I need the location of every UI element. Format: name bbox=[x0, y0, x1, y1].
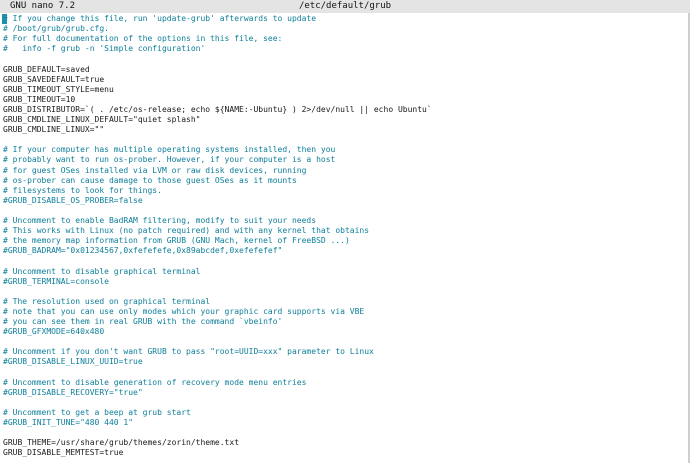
comment-line[interactable]: # Uncomment to disable generation of rec… bbox=[3, 378, 306, 388]
config-line[interactable]: GRUB_DEFAULT=saved bbox=[3, 65, 90, 75]
comment-line[interactable]: # If your computer has multiple operatin… bbox=[3, 145, 335, 155]
nano-editor-window: GNU nano 7.2 /etc/default/grub # If you … bbox=[0, 0, 690, 463]
comment-line[interactable]: # the memory map information from GRUB (… bbox=[3, 236, 350, 246]
comment-line[interactable]: # Uncomment if you don't want GRUB to pa… bbox=[3, 347, 374, 357]
comment-line[interactable]: # /boot/grub/grub.cfg. bbox=[3, 24, 109, 34]
comment-line[interactable]: #GRUB_DISABLE_OS_PROBER=false bbox=[3, 196, 143, 206]
comment-line[interactable]: # probably want to run os-prober. Howeve… bbox=[3, 155, 335, 165]
text-buffer[interactable]: # If you change this file, run 'update-g… bbox=[0, 14, 690, 463]
comment-line[interactable]: # This works with Linux (no patch requir… bbox=[3, 226, 369, 236]
config-line[interactable]: GRUB_DISABLE_MEMTEST=true bbox=[3, 448, 123, 458]
file-path: /etc/default/grub bbox=[298, 1, 392, 11]
comment-line[interactable]: # note that you can use only modes which… bbox=[3, 307, 364, 317]
config-line[interactable]: GRUB_CMDLINE_LINUX="" bbox=[3, 125, 104, 135]
text-cursor bbox=[2, 14, 7, 24]
comment-line[interactable]: # For full documentation of the options … bbox=[3, 34, 282, 44]
config-line[interactable]: GRUB_SAVEDEFAULT=true bbox=[3, 75, 104, 85]
comment-line[interactable]: #GRUB_BADRAM="0x01234567,0xfefefefe,0x89… bbox=[3, 246, 282, 256]
config-line[interactable]: GRUB_TIMEOUT_STYLE=menu bbox=[3, 85, 114, 95]
comment-line[interactable]: # you can see them in real GRUB with the… bbox=[3, 317, 282, 327]
title-bar: GNU nano 7.2 /etc/default/grub bbox=[0, 0, 690, 13]
config-line[interactable]: GRUB_DISTRIBUTOR=`( . /etc/os-release; e… bbox=[3, 105, 432, 115]
config-line[interactable]: GRUB_TIMEOUT=10 bbox=[3, 95, 75, 105]
comment-line[interactable]: #GRUB_DISABLE_RECOVERY="true" bbox=[3, 388, 143, 398]
comment-line[interactable]: # Uncomment to enable BadRAM filtering, … bbox=[3, 216, 316, 226]
comment-line[interactable]: #GRUB_TERMINAL=console bbox=[3, 277, 109, 287]
comment-line[interactable]: # for guest OSes installed via LVM or ra… bbox=[3, 166, 306, 176]
config-line[interactable]: GRUB_THEME=/usr/share/grub/themes/zorin/… bbox=[3, 438, 239, 448]
comment-line[interactable]: # Uncomment to get a beep at grub start bbox=[3, 408, 191, 418]
comment-line[interactable]: #GRUB_GFXMODE=640x480 bbox=[3, 327, 104, 337]
comment-line[interactable]: # Uncomment to disable graphical termina… bbox=[3, 267, 200, 277]
comment-line[interactable]: # info -f grub -n 'Simple configuration' bbox=[3, 44, 205, 54]
comment-line[interactable]: # os-prober can cause damage to those gu… bbox=[3, 176, 297, 186]
comment-line[interactable]: #GRUB_DISABLE_LINUX_UUID=true bbox=[3, 357, 143, 367]
comment-line[interactable]: #GRUB_INIT_TUNE="480 440 1" bbox=[3, 418, 133, 428]
comment-line[interactable]: # filesystems to look for things. bbox=[3, 186, 162, 196]
comment-line[interactable]: # The resolution used on graphical termi… bbox=[3, 297, 210, 307]
comment-line[interactable]: # If you change this file, run 'update-g… bbox=[3, 14, 316, 24]
config-line[interactable]: GRUB_CMDLINE_LINUX_DEFAULT="quiet splash… bbox=[3, 115, 200, 125]
